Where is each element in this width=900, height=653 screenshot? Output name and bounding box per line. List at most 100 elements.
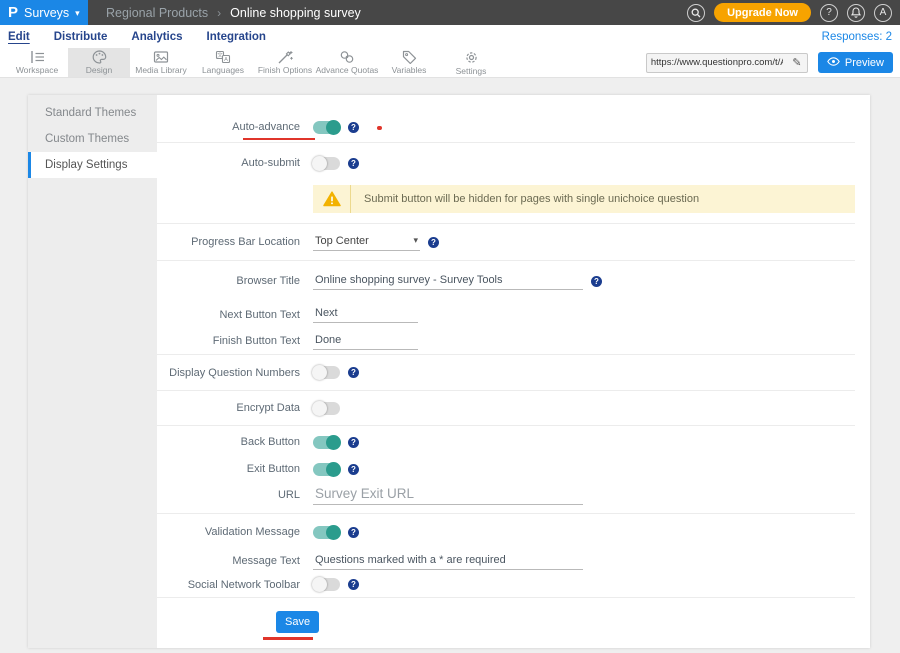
tab-edit[interactable]: Edit [8, 31, 30, 43]
workspace-icon [29, 50, 46, 64]
social-network-toolbar-help-icon[interactable]: ? [348, 579, 359, 590]
toolbar-label: Advance Quotas [316, 65, 379, 75]
red-underline-annotation [243, 138, 315, 140]
tab-integration[interactable]: Integration [207, 31, 266, 43]
auto-advance-toggle[interactable] [313, 121, 340, 134]
exit-url-input[interactable] [313, 485, 583, 505]
toolbar-workspace[interactable]: Workspace [6, 48, 68, 77]
message-text-label: Message Text [157, 555, 300, 567]
topbar-actions: Upgrade Now ? A [687, 0, 900, 25]
questionpro-logo-icon: P [8, 5, 18, 20]
edit-url-pencil-icon[interactable]: ✎ [787, 56, 807, 69]
auto-advance-help-icon[interactable]: ? [348, 122, 359, 133]
toolbar-design[interactable]: Design [68, 48, 130, 77]
finish-button-text-label: Finish Button Text [157, 335, 300, 347]
display-question-numbers-row: Display Question Numbers ? [157, 355, 855, 391]
page-background: Standard Themes Custom Themes Display Se… [0, 78, 900, 653]
sidebar-item-standard-themes[interactable]: Standard Themes [28, 100, 157, 126]
browser-title-help-icon[interactable]: ? [591, 276, 602, 287]
sidebar-item-display-settings[interactable]: Display Settings [28, 152, 157, 178]
toggle-knob [312, 156, 327, 171]
back-button-help-icon[interactable]: ? [348, 437, 359, 448]
magic-wand-icon [277, 50, 293, 64]
toolbar-label: Design [86, 65, 112, 75]
breadcrumb: Regional Products › Online shopping surv… [88, 0, 361, 25]
back-button-label: Back Button [157, 436, 300, 448]
toggle-knob [326, 435, 341, 450]
progress-bar-location-select[interactable]: Top Center ▾ [313, 234, 420, 251]
toolbar-label: Media Library [135, 65, 187, 75]
toolbar-label: Settings [456, 66, 487, 76]
upgrade-now-button[interactable]: Upgrade Now [714, 3, 811, 22]
sidebar-item-custom-themes[interactable]: Custom Themes [28, 126, 157, 152]
exit-button-toggle[interactable] [313, 463, 340, 476]
social-network-toolbar-toggle[interactable] [313, 578, 340, 591]
surveys-menu[interactable]: P Surveys ▾ [0, 0, 88, 25]
browser-title-label: Browser Title [157, 275, 300, 287]
next-button-text-label: Next Button Text [157, 309, 300, 321]
topbar: P Surveys ▾ Regional Products › Online s… [0, 0, 900, 25]
tab-analytics[interactable]: Analytics [131, 31, 182, 43]
display-question-numbers-toggle[interactable] [313, 366, 340, 379]
encrypt-data-toggle[interactable] [313, 402, 340, 415]
toolbar-label: Finish Options [258, 65, 312, 75]
breadcrumb-current: Online shopping survey [230, 6, 361, 20]
validation-message-label: Validation Message [157, 526, 300, 538]
tab-distribute[interactable]: Distribute [54, 31, 108, 43]
social-network-toolbar-row: Social Network Toolbar ? [157, 572, 855, 598]
next-button-text-input[interactable] [313, 306, 418, 323]
toolbar-label: Variables [392, 65, 427, 75]
finish-button-text-input[interactable] [313, 333, 418, 350]
svg-text:文: 文 [217, 51, 223, 59]
toolbar-label: Workspace [16, 65, 58, 75]
warning-triangle-icon [313, 191, 350, 207]
back-button-toggle[interactable] [313, 436, 340, 449]
toggle-knob [312, 365, 327, 380]
surveys-menu-label: Surveys [24, 6, 69, 20]
auto-advance-label: Auto-advance [157, 121, 300, 133]
toolbar-settings[interactable]: Settings [440, 48, 502, 77]
validation-message-row: Validation Message ? [157, 514, 855, 550]
search-icon[interactable] [687, 4, 705, 22]
chevron-down-icon: ▾ [413, 235, 418, 246]
toolbar-media-library[interactable]: Media Library [130, 48, 192, 77]
exit-button-help-icon[interactable]: ? [348, 464, 359, 475]
message-text-input[interactable] [313, 553, 583, 570]
help-icon[interactable]: ? [820, 4, 838, 22]
encrypt-data-label: Encrypt Data [157, 402, 300, 414]
toggle-knob [326, 462, 341, 477]
toolbar-advance-quotas[interactable]: Advance Quotas [316, 48, 378, 77]
auto-submit-row: Auto-submit ? [157, 143, 855, 183]
responses-count[interactable]: Responses: 2 [822, 31, 892, 43]
breadcrumb-parent[interactable]: Regional Products [106, 6, 208, 20]
warning-text: Submit button will be hidden for pages w… [351, 193, 699, 205]
display-question-numbers-help-icon[interactable]: ? [348, 367, 359, 378]
progress-bar-location-row: Progress Bar Location Top Center ▾ ? [157, 224, 855, 261]
image-icon [153, 50, 169, 64]
notifications-bell-icon[interactable] [847, 4, 865, 22]
finish-button-text-row: Finish Button Text [157, 328, 855, 355]
browser-title-row: Browser Title ? [157, 261, 855, 301]
browser-title-input[interactable] [313, 273, 583, 290]
auto-submit-label: Auto-submit [157, 157, 300, 169]
display-settings-form: Auto-advance ? Auto-submit ? Submit butt… [157, 95, 870, 648]
encrypt-data-row: Encrypt Data [157, 391, 855, 426]
auto-submit-warning: Submit button will be hidden for pages w… [313, 185, 855, 213]
toolbar-finish-options[interactable]: Finish Options [254, 48, 316, 77]
auto-submit-help-icon[interactable]: ? [348, 158, 359, 169]
toggle-knob [312, 577, 327, 592]
chevron-down-icon: ▾ [75, 8, 80, 19]
auto-submit-toggle[interactable] [313, 157, 340, 170]
validation-message-help-icon[interactable]: ? [348, 527, 359, 538]
auto-advance-row: Auto-advance ? [157, 112, 855, 143]
save-button[interactable]: Save [276, 611, 319, 633]
toolbar-variables[interactable]: Variables [378, 48, 440, 77]
preview-button[interactable]: Preview [818, 52, 893, 73]
select-value: Top Center [315, 235, 369, 247]
survey-url-input[interactable] [647, 57, 787, 68]
validation-message-toggle[interactable] [313, 526, 340, 539]
progress-bar-help-icon[interactable]: ? [428, 237, 439, 248]
avatar[interactable]: A [874, 4, 892, 22]
toolbar-languages[interactable]: 文A Languages [192, 48, 254, 77]
tag-icon [402, 50, 417, 64]
